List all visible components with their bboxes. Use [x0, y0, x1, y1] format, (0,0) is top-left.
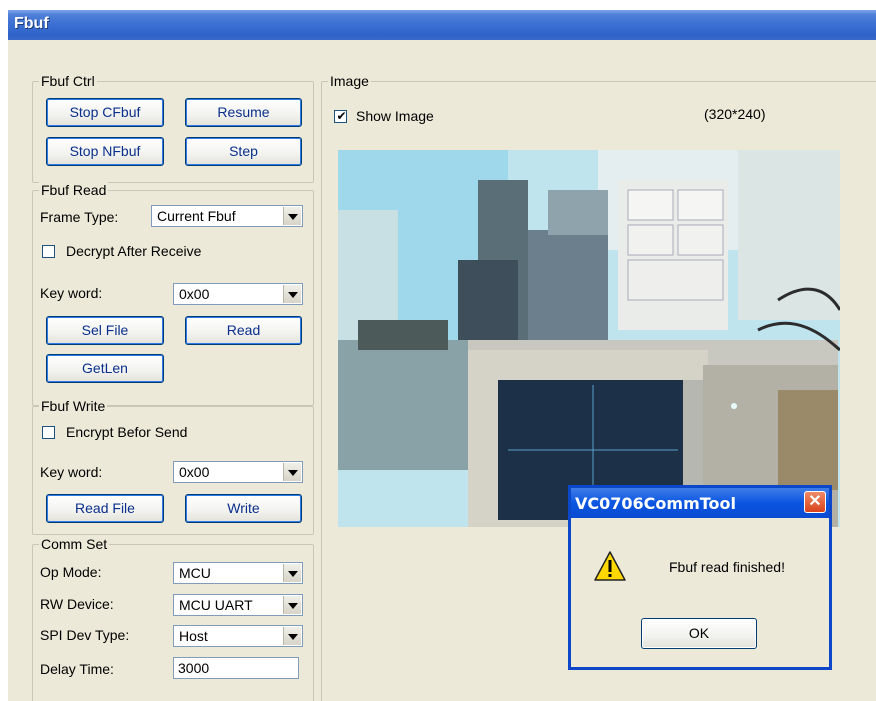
read-key-word-value: 0x00: [179, 286, 210, 302]
show-image-label[interactable]: Show Image: [356, 107, 434, 125]
image-legend: Image: [328, 73, 371, 89]
read-key-word-select[interactable]: 0x00: [173, 283, 303, 305]
frame-type-label: Frame Type:: [40, 209, 119, 225]
camera-preview-image: [338, 150, 840, 527]
dialog-titlebar[interactable]: VC0706CommTool ✕: [571, 488, 829, 518]
rw-device-select[interactable]: MCU UART: [173, 594, 303, 616]
rw-device-label: RW Device:: [40, 596, 114, 612]
comm-set-legend: Comm Set: [39, 536, 110, 552]
checkmark-icon: ✔: [336, 109, 347, 123]
decrypt-label[interactable]: Decrypt After Receive: [66, 242, 201, 260]
dialog-title: VC0706CommTool: [575, 494, 736, 513]
write-button[interactable]: Write: [185, 494, 302, 523]
resume-button[interactable]: Resume: [185, 98, 302, 127]
read-key-word-label: Key word:: [40, 285, 103, 301]
message-dialog: VC0706CommTool ✕ Fbuf read finished! OK: [568, 485, 832, 670]
close-icon[interactable]: ✕: [804, 491, 826, 513]
rw-device-value: MCU UART: [179, 597, 253, 613]
op-mode-value: MCU: [179, 565, 211, 581]
op-mode-select[interactable]: MCU: [173, 562, 303, 584]
decrypt-checkbox[interactable]: [42, 245, 55, 258]
encrypt-checkbox[interactable]: [42, 426, 55, 439]
chevron-down-icon[interactable]: [283, 564, 301, 582]
delay-time-label: Delay Time:: [40, 661, 114, 677]
read-button[interactable]: Read: [185, 316, 302, 345]
write-key-word-label: Key word:: [40, 464, 103, 480]
fbuf-ctrl-legend: Fbuf Ctrl: [39, 73, 97, 89]
chevron-down-icon[interactable]: [283, 627, 301, 645]
get-len-button[interactable]: GetLen: [46, 354, 164, 383]
fbuf-read-legend: Fbuf Read: [39, 182, 109, 198]
chevron-down-icon[interactable]: [283, 207, 301, 225]
window-titlebar[interactable]: Fbuf: [8, 10, 876, 40]
spi-dev-type-value: Host: [179, 628, 208, 644]
encrypt-label[interactable]: Encrypt Befor Send: [66, 423, 187, 441]
write-key-word-value: 0x00: [179, 464, 210, 480]
fbuf-write-legend: Fbuf Write: [39, 398, 108, 414]
sel-file-button[interactable]: Sel File: [46, 316, 164, 345]
stop-nfbuf-button[interactable]: Stop NFbuf: [46, 137, 164, 166]
write-key-word-select[interactable]: 0x00: [173, 461, 303, 483]
camera-preview-svg: [338, 150, 840, 527]
chevron-down-icon[interactable]: [283, 596, 301, 614]
ok-button[interactable]: OK: [641, 618, 757, 649]
show-image-checkbox[interactable]: ✔: [334, 109, 347, 123]
frame-type-value: Current Fbuf: [157, 208, 236, 224]
chevron-down-icon[interactable]: [283, 463, 301, 481]
image-resolution: (320*240): [704, 106, 766, 122]
window-title: Fbuf: [14, 15, 49, 32]
spi-dev-type-label: SPI Dev Type:: [40, 627, 130, 643]
dialog-message: Fbuf read finished!: [669, 559, 785, 575]
frame-type-select[interactable]: Current Fbuf: [151, 205, 303, 227]
delay-time-field[interactable]: [173, 657, 299, 679]
stop-cfbuf-button[interactable]: Stop CFbuf: [46, 98, 164, 127]
chevron-down-icon[interactable]: [283, 285, 301, 303]
fbuf-ctrl-group: Fbuf Ctrl: [32, 73, 314, 183]
op-mode-label: Op Mode:: [40, 564, 102, 580]
delay-time-input[interactable]: [174, 658, 298, 678]
spi-dev-type-select[interactable]: Host: [173, 625, 303, 647]
read-file-button[interactable]: Read File: [46, 494, 164, 523]
warning-icon: [594, 551, 626, 581]
step-button[interactable]: Step: [185, 137, 302, 166]
